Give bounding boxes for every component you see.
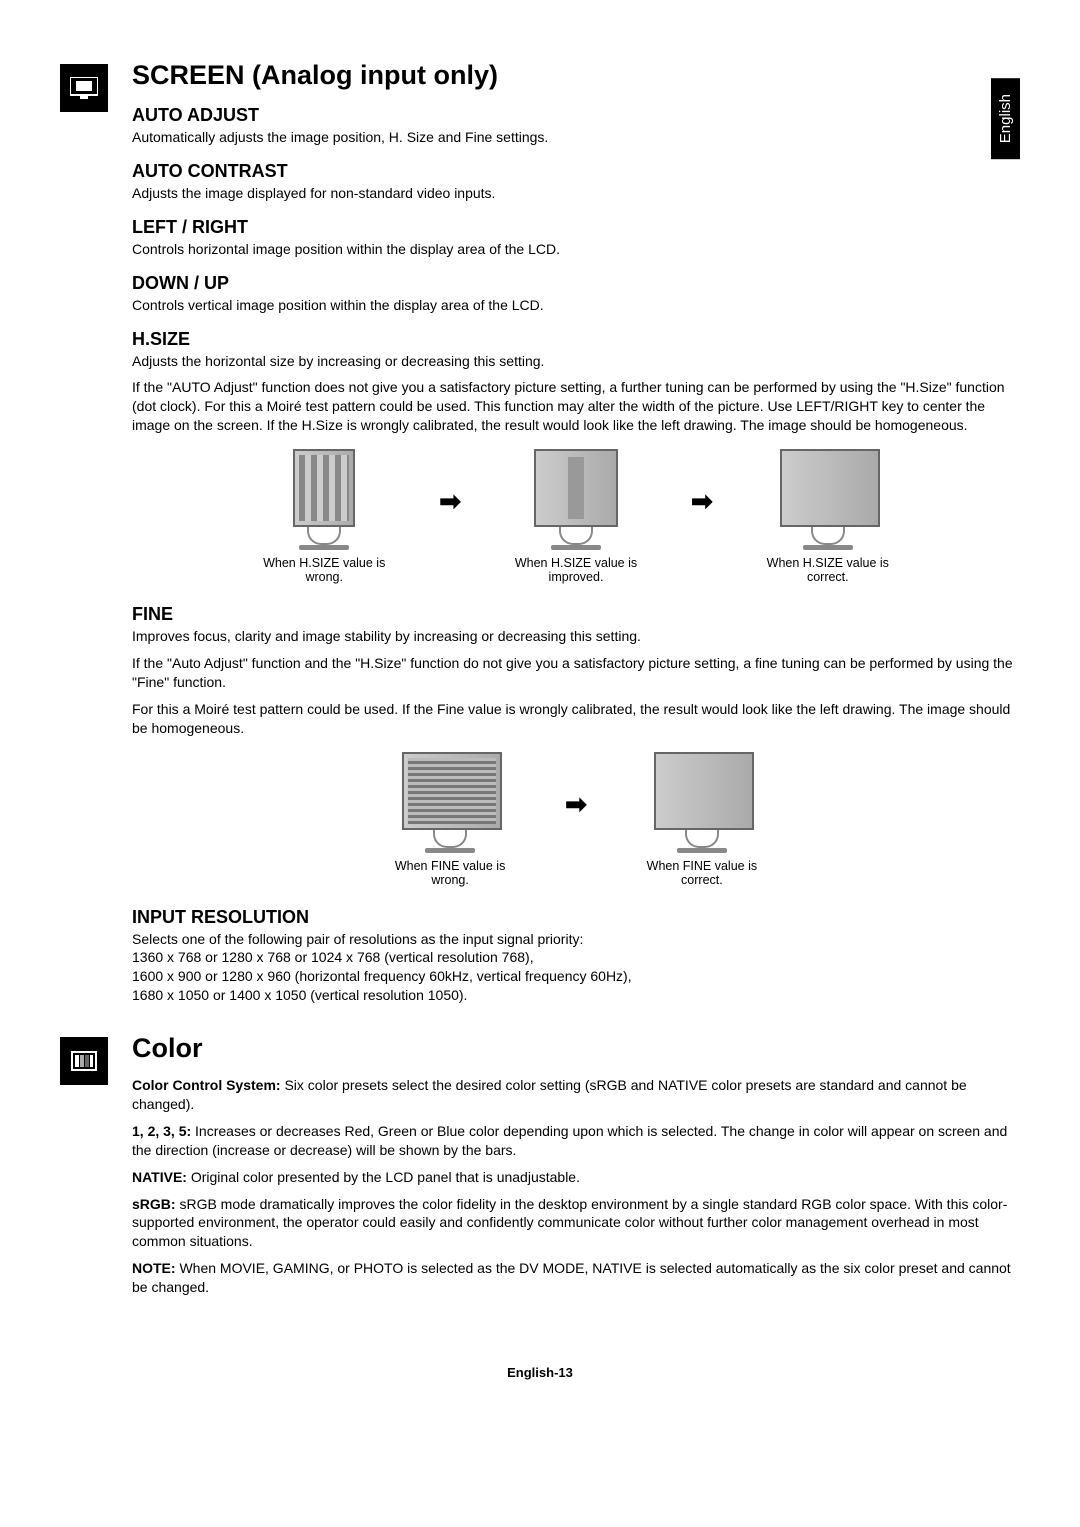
arrow-icon: ➡	[691, 486, 713, 517]
hsize-caption-wrong: When H.SIZE value is wrong.	[249, 556, 399, 584]
monitor-fine-wrong-icon	[402, 752, 502, 830]
hsize-caption-correct: When H.SIZE value is correct.	[753, 556, 903, 584]
fine-caption-wrong: When FINE value is wrong.	[375, 859, 525, 887]
left-right-body: Controls horizontal image position withi…	[132, 240, 1020, 259]
left-right-heading: LEFT / RIGHT	[132, 217, 1020, 238]
monitor-fine-correct-icon	[654, 752, 754, 830]
auto-contrast-heading: AUTO CONTRAST	[132, 161, 1020, 182]
auto-contrast-body: Adjusts the image displayed for non-stan…	[132, 184, 1020, 203]
hsize-caption-improved: When H.SIZE value is improved.	[501, 556, 651, 584]
input-resolution-line4: 1680 x 1050 or 1400 x 1050 (vertical res…	[132, 986, 1020, 1005]
input-resolution-line3: 1600 x 900 or 1280 x 960 (horizontal fre…	[132, 967, 1020, 986]
auto-adjust-heading: AUTO ADJUST	[132, 105, 1020, 126]
color-nums: 1, 2, 3, 5: Increases or decreases Red, …	[132, 1122, 1020, 1160]
hsize-illustration: When H.SIZE value is wrong. ➡ When H.SIZ…	[132, 449, 1020, 584]
page-footer: English-13	[60, 1365, 1020, 1380]
color-icon	[60, 1037, 108, 1085]
down-up-heading: DOWN / UP	[132, 273, 1020, 294]
monitor-wrong-icon	[293, 449, 355, 527]
down-up-body: Controls vertical image position within …	[132, 296, 1020, 315]
fine-body3: For this a Moiré test pattern could be u…	[132, 700, 1020, 738]
color-native: NATIVE: Original color presented by the …	[132, 1168, 1020, 1187]
fine-caption-correct: When FINE value is correct.	[627, 859, 777, 887]
hsize-body1: Adjusts the horizontal size by increasin…	[132, 352, 1020, 371]
language-tab: English	[991, 78, 1020, 159]
monitor-improved-icon	[534, 449, 618, 527]
fine-heading: FINE	[132, 604, 1020, 625]
screen-icon	[60, 64, 108, 112]
color-note: NOTE: When MOVIE, GAMING, or PHOTO is se…	[132, 1259, 1020, 1297]
fine-body2: If the "Auto Adjust" function and the "H…	[132, 654, 1020, 692]
hsize-body2: If the "AUTO Adjust" function does not g…	[132, 378, 1020, 435]
color-title: Color	[132, 1033, 1020, 1064]
color-ccs: Color Control System: Six color presets …	[132, 1076, 1020, 1114]
input-resolution-heading: INPUT RESOLUTION	[132, 907, 1020, 928]
color-srgb: sRGB: sRGB mode dramatically improves th…	[132, 1195, 1020, 1252]
input-resolution-line1: Selects one of the following pair of res…	[132, 930, 1020, 949]
arrow-icon: ➡	[439, 486, 461, 517]
fine-body1: Improves focus, clarity and image stabil…	[132, 627, 1020, 646]
input-resolution-line2: 1360 x 768 or 1280 x 768 or 1024 x 768 (…	[132, 948, 1020, 967]
monitor-correct-icon	[780, 449, 880, 527]
arrow-icon: ➡	[565, 789, 587, 820]
fine-illustration: When FINE value is wrong. ➡ When FINE va…	[132, 752, 1020, 887]
screen-title: SCREEN (Analog input only)	[132, 60, 1020, 91]
auto-adjust-body: Automatically adjusts the image position…	[132, 128, 1020, 147]
hsize-heading: H.SIZE	[132, 329, 1020, 350]
